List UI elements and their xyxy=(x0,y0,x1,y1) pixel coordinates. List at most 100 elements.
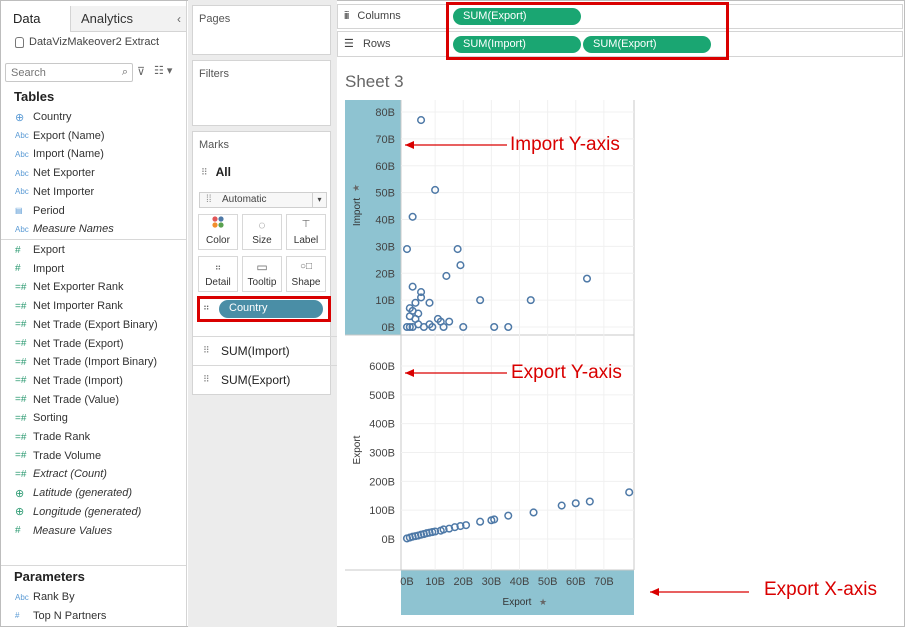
field-label: Net Trade (Value) xyxy=(33,393,120,406)
field-item[interactable]: ⊕ Country xyxy=(1,108,186,126)
field-type-icon: # xyxy=(15,244,21,256)
sum-import-label: SUM(Import) xyxy=(221,344,290,358)
chevron-left-icon[interactable]: ‹ xyxy=(177,12,181,26)
filter-icon[interactable]: ⊽ xyxy=(137,65,145,78)
field-item[interactable]: Abc Rank By xyxy=(1,588,186,606)
export-point-mark[interactable] xyxy=(585,497,594,506)
field-item[interactable]: Abc Measure Names xyxy=(1,220,186,238)
pin-icon: ★ xyxy=(539,597,547,607)
label-label: Label xyxy=(293,235,319,246)
field-item[interactable]: # Export xyxy=(1,241,186,259)
field-item[interactable]: =# Net Trade (Export) xyxy=(1,335,186,353)
x-tick-label: 60B xyxy=(566,576,586,588)
viz-svg[interactable]: 0B 10B 20B 30B 40B 50B 60B 70B 80B Import ★ 0B 100B 2… xyxy=(337,60,903,626)
rows-text: Rows xyxy=(362,38,391,50)
y-tick-label: 50B xyxy=(375,188,395,200)
chevron-down-icon[interactable]: ▾ xyxy=(312,193,326,207)
import-point-mark[interactable] xyxy=(456,261,465,270)
pin-icon: ★ xyxy=(351,184,361,192)
field-label: Extract (Count) xyxy=(33,468,107,481)
shape-icon: ○□ xyxy=(299,261,313,272)
field-item[interactable]: Abc Export (Name) xyxy=(1,127,186,145)
import-point-mark[interactable] xyxy=(445,317,454,326)
field-item[interactable]: =# Net Trade (Value) xyxy=(1,391,186,409)
field-item[interactable]: # Measure Values xyxy=(1,522,186,540)
tab-analytics[interactable]: Analytics ‹ xyxy=(70,6,186,32)
import-y-annotation: Import Y-axis xyxy=(510,134,620,155)
export-point-mark[interactable] xyxy=(557,501,566,510)
search-input[interactable] xyxy=(6,64,114,81)
export-point-mark[interactable] xyxy=(625,488,634,497)
field-type-icon: =# xyxy=(15,468,27,480)
field-item[interactable]: =# Net Trade (Import) xyxy=(1,372,186,390)
country-pill[interactable]: Country xyxy=(219,300,323,318)
mark-type-dropdown[interactable]: ⁞⁞ Automatic ▾ xyxy=(199,192,327,208)
field-item[interactable]: =# Net Importer Rank xyxy=(1,297,186,315)
columns-text: Columns xyxy=(357,10,401,22)
data-pane: Data Analytics ‹ DataVizMakeover2 Extrac… xyxy=(1,1,187,626)
field-item[interactable]: # Import xyxy=(1,260,186,278)
tooltip-button[interactable]: ▭ Tooltip xyxy=(242,256,282,292)
size-label: Size xyxy=(252,235,272,246)
field-item[interactable]: =# Trade Volume xyxy=(1,447,186,465)
sum-export-label: SUM(Export) xyxy=(221,373,291,387)
field-type-icon: =# xyxy=(15,338,27,349)
field-item[interactable]: ▤ Period xyxy=(1,202,186,220)
y-tick-label: 70B xyxy=(375,134,395,146)
field-item[interactable]: Abc Net Exporter xyxy=(1,164,186,182)
field-item[interactable]: ⊕ Latitude (generated) xyxy=(1,484,186,502)
detail-button[interactable]: ⠶ Detail xyxy=(198,256,238,292)
parameters-title: Parameters xyxy=(14,569,85,584)
field-label: Net Exporter xyxy=(33,167,95,180)
field-item[interactable]: Abc Net Importer xyxy=(1,183,186,201)
field-item[interactable]: =# Net Trade (Export Binary) xyxy=(1,316,186,334)
search-box[interactable]: ⌕ xyxy=(5,63,133,82)
tab-data[interactable]: Data xyxy=(1,6,70,32)
multiple-marks-icon: ⠿ xyxy=(201,166,208,177)
export-point-mark[interactable] xyxy=(504,511,513,520)
sum-import-marks[interactable]: ⠿ SUM(Import) xyxy=(193,336,340,364)
import-point-mark[interactable] xyxy=(417,116,426,125)
search-icon[interactable]: ⌕ xyxy=(122,66,128,79)
import-point-mark[interactable] xyxy=(408,282,417,291)
x-tick-label: 50B xyxy=(538,576,558,588)
pages-title: Pages xyxy=(199,13,231,25)
field-item[interactable]: # Top N Partners xyxy=(1,607,186,625)
field-item[interactable]: =# Sorting xyxy=(1,409,186,427)
label-button[interactable]: ⊤ Label xyxy=(286,214,326,250)
field-label: Sorting xyxy=(33,412,68,425)
export-y-arrow-head xyxy=(405,369,414,377)
import-point-mark[interactable] xyxy=(582,274,592,283)
x-tick-label: 30B xyxy=(482,576,502,588)
view-options-icon[interactable]: ☷ ▾ xyxy=(154,64,172,77)
country-pill-highlight: ⠶ Country xyxy=(197,296,331,322)
size-button[interactable]: ◌ Size xyxy=(242,214,282,250)
field-label: Latitude (generated) xyxy=(33,487,133,500)
filters-card[interactable]: Filters xyxy=(192,60,331,126)
field-type-icon: =# xyxy=(15,356,27,368)
pages-card[interactable]: Pages xyxy=(192,5,331,55)
field-item[interactable]: Abc Import (Name) xyxy=(1,145,186,163)
field-label: Net Importer xyxy=(33,185,95,198)
field-item[interactable]: =# Trade Rank xyxy=(1,428,186,446)
field-label: Trade Rank xyxy=(33,431,91,443)
field-item[interactable]: =# Net Trade (Import Binary) xyxy=(1,353,186,371)
y-tick-label: 80B xyxy=(375,107,395,119)
field-item[interactable]: ⊕ Longitude (generated) xyxy=(1,503,186,521)
detail-icon: ⠶ xyxy=(214,262,222,272)
marks-all[interactable]: ⠿ All xyxy=(201,165,231,179)
marks-title: Marks xyxy=(199,139,229,151)
export-point-mark[interactable] xyxy=(476,517,485,526)
sum-export-marks[interactable]: ⠿ SUM(Export) xyxy=(193,365,340,393)
field-type-icon: Abc xyxy=(15,224,29,234)
shape-button[interactable]: ○□ Shape xyxy=(286,256,326,292)
color-button[interactable]: Color xyxy=(198,214,238,250)
multiple-marks-icon: ⠿ xyxy=(203,345,210,355)
x-tick-label: 40B xyxy=(510,576,530,588)
field-type-icon: ▤ xyxy=(15,206,23,215)
detail-icon: ⠶ xyxy=(203,302,210,312)
datasource-name[interactable]: DataVizMakeover2 Extract xyxy=(15,36,159,48)
field-item[interactable]: =# Extract (Count) xyxy=(1,465,186,483)
field-item[interactable]: =# Net Exporter Rank xyxy=(1,278,186,296)
mark-type-icon: ⁞⁞ xyxy=(206,194,212,205)
